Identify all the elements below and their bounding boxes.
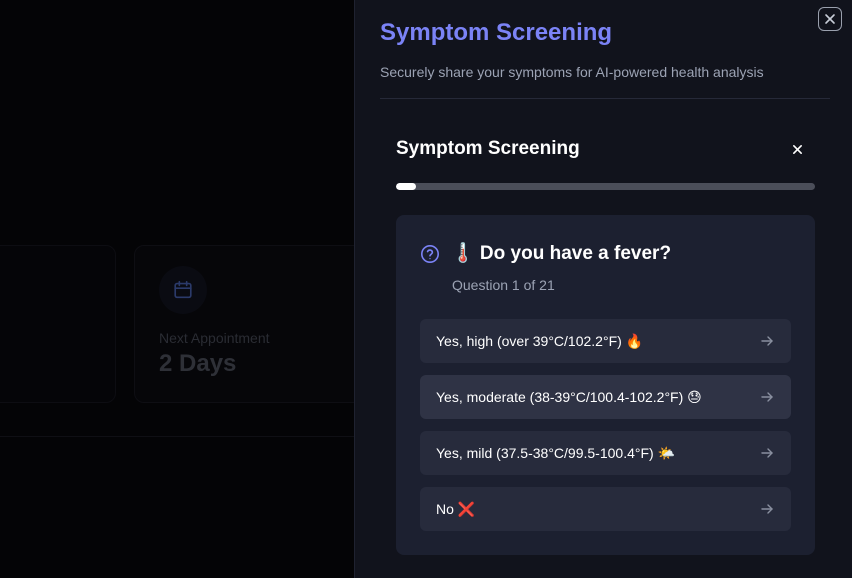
answer-option-label: Yes, moderate (38-39°C/100.4-102.2°F) 😓 [436,388,702,405]
close-icon [825,14,835,24]
calendar-icon [159,266,207,314]
progress-bar-fill [396,183,416,190]
sheet-divider [380,98,830,99]
app-stage: Next Appointment 2 Days Symptom Screenin… [0,0,852,578]
answer-option-high[interactable]: Yes, high (over 39°C/102.2°F) 🔥 [420,319,791,363]
question-circle-icon [420,244,440,264]
next-appointment-card: Next Appointment 2 Days [134,245,374,403]
next-appointment-value: 2 Days [159,350,237,377]
next-appointment-label: Next Appointment [159,330,270,346]
x-icon [792,144,802,154]
symptom-screening-sheet: Symptom Screening Securely share your sy… [354,0,852,578]
arrow-right-icon [761,504,773,514]
answer-options: Yes, high (over 39°C/102.2°F) 🔥 Yes, mod… [420,319,791,543]
sheet-subtitle: Securely share your symptoms for AI-powe… [380,64,764,80]
answer-option-label: Yes, high (over 39°C/102.2°F) 🔥 [436,332,644,349]
close-sheet-button[interactable] [818,7,842,31]
progress-bar [396,183,815,190]
panel-title: Symptom Screening [396,138,580,159]
background-divider [0,436,355,437]
question-counter: Question 1 of 21 [452,277,555,293]
arrow-right-icon [761,392,773,402]
background-card [0,245,116,403]
answer-option-label: No ❌ [436,500,476,517]
answer-option-label: Yes, mild (37.5-38°C/99.5-100.4°F) 🌤️ [436,444,675,461]
arrow-right-icon [761,336,773,346]
question-title: 🌡️ Do you have a fever? [451,243,672,264]
close-panel-button[interactable] [787,139,807,159]
answer-option-no[interactable]: No ❌ [420,487,791,531]
question-card: 🌡️ Do you have a fever? Question 1 of 21… [396,215,815,555]
answer-option-moderate[interactable]: Yes, moderate (38-39°C/100.4-102.2°F) 😓 [420,375,791,419]
answer-option-mild[interactable]: Yes, mild (37.5-38°C/99.5-100.4°F) 🌤️ [420,431,791,475]
sheet-title: Symptom Screening [380,19,613,46]
background-dashboard: Next Appointment 2 Days [0,0,374,578]
arrow-right-icon [761,448,773,458]
